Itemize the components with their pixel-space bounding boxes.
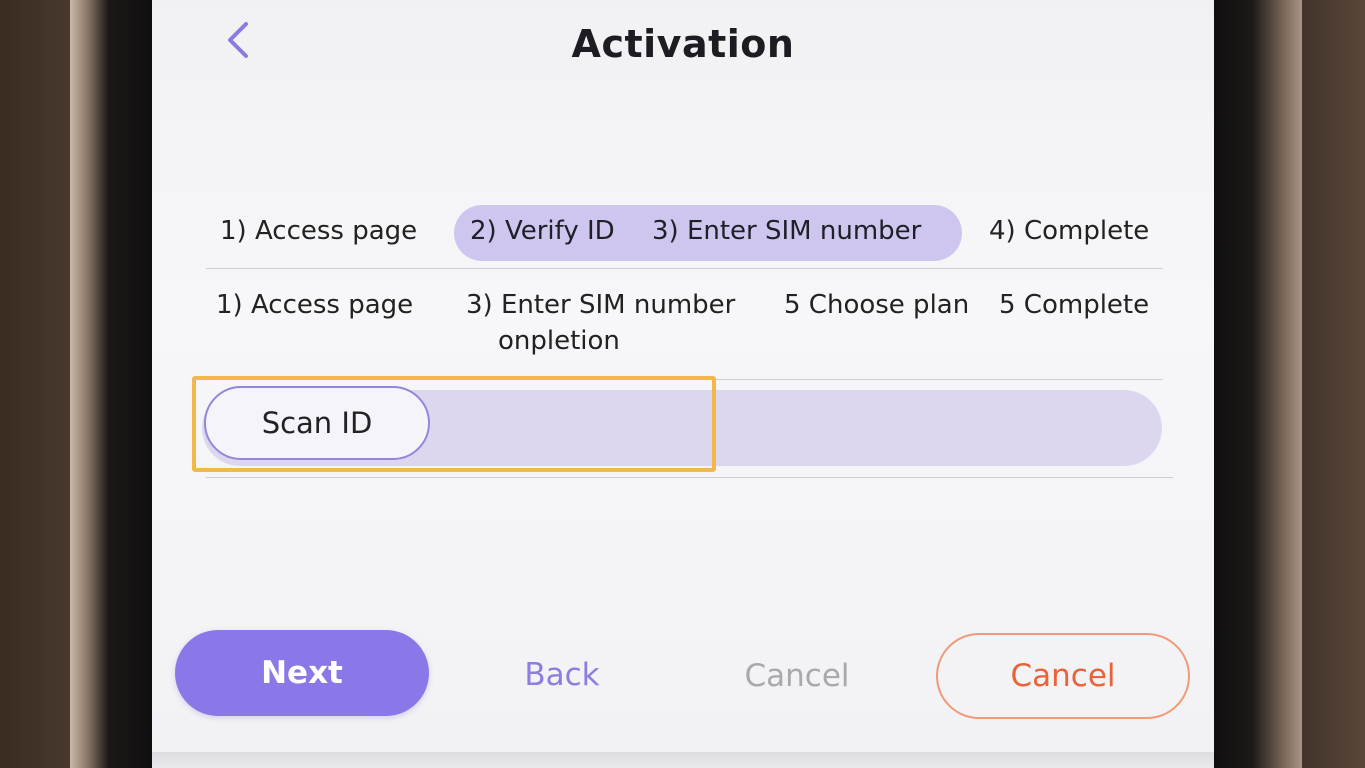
substep-enter-sim-sub: onpletion xyxy=(498,326,620,356)
device-bezel-left xyxy=(70,0,156,768)
substep-enter-sim: 3) Enter SIM number xyxy=(466,290,736,320)
cancel-text-button[interactable]: Cancel xyxy=(722,650,872,702)
step-complete[interactable]: 4) Complete xyxy=(989,216,1149,246)
step-access-page[interactable]: 1) Access page xyxy=(220,216,417,246)
page-title: Activation xyxy=(571,22,795,66)
phone-screen: Activation 1) Access page 2) Verify ID 3… xyxy=(152,0,1214,768)
substep-choose-plan: 5 Choose plan xyxy=(784,290,970,320)
scan-id-highlight xyxy=(192,376,716,472)
divider xyxy=(206,477,1173,478)
substep-complete: 5 Complete xyxy=(999,290,1150,320)
next-button[interactable]: Next xyxy=(175,630,429,716)
device-bezel-right xyxy=(1212,0,1302,768)
substep-access-page: 1) Access page xyxy=(216,290,414,320)
bottom-bar xyxy=(152,752,1214,768)
divider xyxy=(206,268,1163,269)
back-button[interactable]: Back xyxy=(482,650,642,700)
substeps-row: 1) Access page 3) Enter SIM number onple… xyxy=(202,290,1162,370)
cancel-button[interactable]: Cancel xyxy=(936,633,1190,719)
step-enter-sim[interactable]: 3) Enter SIM number xyxy=(652,216,921,246)
step-verify-id[interactable]: 2) Verify ID xyxy=(470,216,615,246)
stepper: 1) Access page 2) Verify ID 3) Enter SIM… xyxy=(202,203,1162,265)
